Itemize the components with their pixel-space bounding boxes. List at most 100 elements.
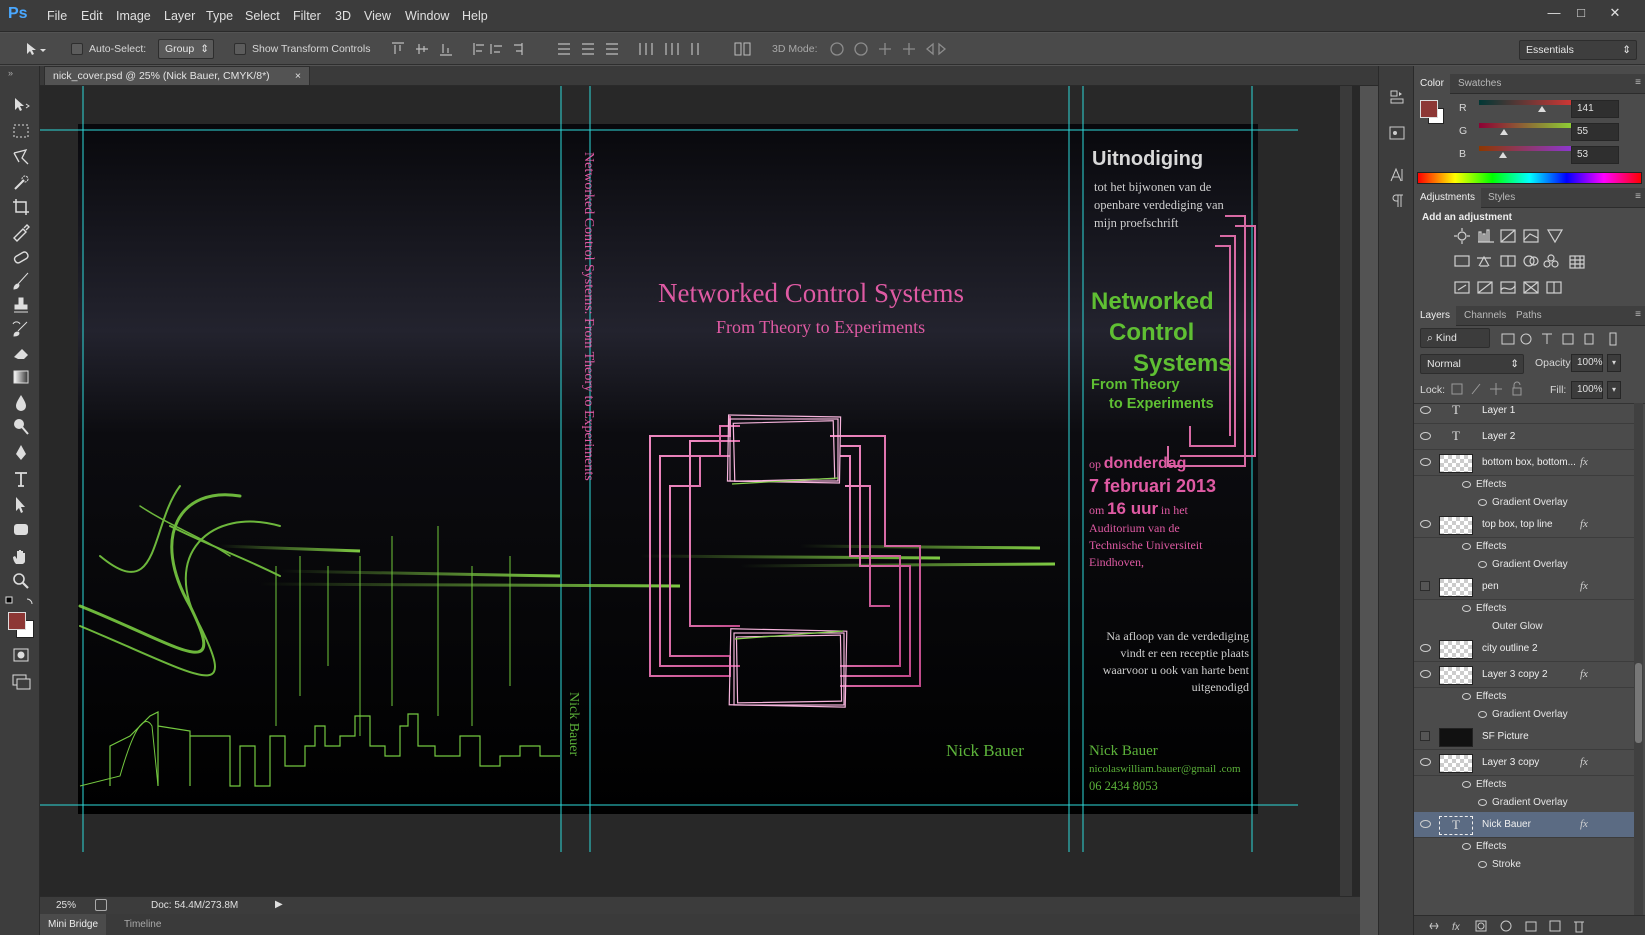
paragraph-panel-icon[interactable] <box>1388 192 1406 210</box>
fill-arrow-icon[interactable]: ▾ <box>1607 381 1621 399</box>
b-slider-handle[interactable] <box>1498 152 1507 158</box>
visibility-eye-icon[interactable] <box>1462 605 1471 612</box>
zoom-tool-icon[interactable] <box>10 570 32 592</box>
layer-row[interactable]: Layer 3 copy 2 fx <box>1414 662 1634 688</box>
visibility-eye-icon[interactable] <box>1420 432 1431 440</box>
visibility-eye-icon[interactable] <box>1478 799 1487 806</box>
fill-field[interactable]: 100% <box>1571 381 1603 399</box>
visibility-eye-icon[interactable] <box>1478 561 1487 568</box>
layer-row[interactable]: T Nick Bauer fx <box>1414 812 1634 838</box>
blend-mode-dropdown[interactable]: Normal ⇕ <box>1420 354 1524 374</box>
layer-effects-icon[interactable]: fx <box>1580 756 1588 768</box>
visibility-eye-icon[interactable] <box>1420 458 1431 466</box>
layer-effects-icon[interactable]: fx <box>1580 580 1588 592</box>
type-tool-icon[interactable] <box>10 468 32 490</box>
3d-mode-icons[interactable] <box>828 40 948 58</box>
auto-select-dropdown[interactable]: Group ⇕ <box>158 39 214 59</box>
visibility-eye-icon[interactable] <box>1420 731 1430 741</box>
close-tab-icon[interactable]: × <box>295 67 301 85</box>
panel-menu-icon[interactable]: ≡ <box>1635 309 1641 320</box>
tab-color[interactable]: Color <box>1414 74 1450 94</box>
effects-row[interactable]: Effects <box>1414 538 1634 556</box>
clone-stamp-tool-icon[interactable] <box>10 294 32 316</box>
visibility-eye-icon[interactable] <box>1478 711 1487 718</box>
visibility-eye-icon[interactable] <box>1420 820 1431 828</box>
visibility-eye-icon[interactable] <box>1420 406 1431 414</box>
menu-layer[interactable]: Layer <box>164 9 195 23</box>
default-colors-icon[interactable] <box>5 596 35 608</box>
character-panel-icon[interactable] <box>1388 166 1406 184</box>
rectangle-tool-icon[interactable] <box>10 518 32 540</box>
close-window-button[interactable]: ✕ <box>1602 3 1628 23</box>
layer-row[interactable]: city outline 2 <box>1414 636 1634 662</box>
layers-scrollbar-thumb[interactable] <box>1635 663 1642 743</box>
layer-row[interactable]: T Layer 2 <box>1414 424 1634 450</box>
path-selection-tool-icon[interactable] <box>10 494 32 516</box>
panel-menu-icon[interactable]: ≡ <box>1635 191 1641 202</box>
menu-window[interactable]: Window <box>405 9 449 23</box>
effect-row[interactable]: Stroke <box>1414 856 1634 874</box>
visibility-eye-icon[interactable] <box>1462 481 1471 488</box>
eraser-tool-icon[interactable] <box>10 342 32 364</box>
tab-layers[interactable]: Layers <box>1414 306 1457 326</box>
visibility-eye-icon[interactable] <box>1462 693 1471 700</box>
workspace-dropdown[interactable]: Essentials ⇕ <box>1519 40 1637 60</box>
opacity-field[interactable]: 100% <box>1571 354 1603 372</box>
lock-icons[interactable] <box>1450 381 1530 397</box>
document-tab[interactable]: nick_cover.psd @ 25% (Nick Bauer, CMYK/8… <box>44 66 310 85</box>
layer-filter-kind[interactable]: ⌕ Kind <box>1420 328 1490 348</box>
history-panel-icon[interactable] <box>1388 88 1406 106</box>
auto-align-icon[interactable] <box>733 41 755 57</box>
panel-menu-icon[interactable]: ≡ <box>1635 77 1641 88</box>
visibility-eye-icon[interactable] <box>1478 861 1487 868</box>
healing-brush-tool-icon[interactable] <box>10 246 32 268</box>
layers-scrollbar[interactable] <box>1634 403 1643 929</box>
lasso-tool-icon[interactable] <box>10 146 32 168</box>
b-value-field[interactable]: 53 <box>1571 146 1619 164</box>
pen-tool-icon[interactable] <box>10 442 32 464</box>
visibility-eye-icon[interactable] <box>1420 644 1431 652</box>
crop-tool-icon[interactable] <box>10 196 32 218</box>
effects-row[interactable]: Effects <box>1414 776 1634 794</box>
eyedropper-tool-icon[interactable] <box>10 220 32 242</box>
blur-tool-icon[interactable] <box>10 392 32 414</box>
layer-row[interactable]: T Layer 1 <box>1414 404 1634 424</box>
align-distribute-icons[interactable] <box>390 41 730 57</box>
visibility-eye-icon[interactable] <box>1420 581 1430 591</box>
layer-effects-icon[interactable]: fx <box>1580 456 1588 468</box>
layer-row[interactable]: SF Picture <box>1414 724 1634 750</box>
move-tool-preset-icon[interactable] <box>24 41 46 57</box>
tab-paths[interactable]: Paths <box>1510 306 1548 326</box>
color-foreground-swatch[interactable] <box>1420 100 1438 118</box>
visibility-eye-icon[interactable] <box>1420 670 1431 678</box>
opacity-arrow-icon[interactable]: ▾ <box>1607 354 1621 372</box>
history-brush-tool-icon[interactable] <box>10 318 32 340</box>
menu-file[interactable]: File <box>47 9 67 23</box>
show-transform-checkbox[interactable] <box>234 43 246 55</box>
hand-tool-icon[interactable] <box>10 546 32 568</box>
maximize-button[interactable]: □ <box>1568 3 1594 23</box>
effect-row[interactable]: Gradient Overlay <box>1414 794 1634 812</box>
layer-row[interactable]: top box, top line fx <box>1414 512 1634 538</box>
menu-image[interactable]: Image <box>116 9 151 23</box>
tab-styles[interactable]: Styles <box>1482 188 1521 208</box>
tab-mini-bridge[interactable]: Mini Bridge <box>40 914 107 935</box>
effects-row[interactable]: Effects <box>1414 600 1634 618</box>
g-slider-handle[interactable] <box>1499 129 1508 135</box>
tab-swatches[interactable]: Swatches <box>1452 74 1507 94</box>
menu-help[interactable]: Help <box>462 9 488 23</box>
foreground-color-swatch[interactable] <box>8 612 26 630</box>
menu-type[interactable]: Type <box>206 9 233 23</box>
collapse-arrows-icon[interactable]: » <box>8 68 13 78</box>
zoom-level[interactable]: 25% <box>56 900 76 911</box>
gradient-tool-icon[interactable] <box>10 366 32 388</box>
visibility-eye-icon[interactable] <box>1462 781 1471 788</box>
visibility-eye-icon[interactable] <box>1420 520 1431 528</box>
menu-3d[interactable]: 3D <box>335 9 351 23</box>
layer-list[interactable]: T Layer 1 T Layer 2 bottom box, bottom... fx E… <box>1414 403 1645 929</box>
visibility-eye-icon[interactable] <box>1478 499 1487 506</box>
menu-view[interactable]: View <box>364 9 391 23</box>
layer-effects-icon[interactable]: fx <box>1580 668 1588 680</box>
effect-row[interactable]: Gradient Overlay <box>1414 556 1634 574</box>
minimize-button[interactable]: — <box>1541 3 1567 23</box>
